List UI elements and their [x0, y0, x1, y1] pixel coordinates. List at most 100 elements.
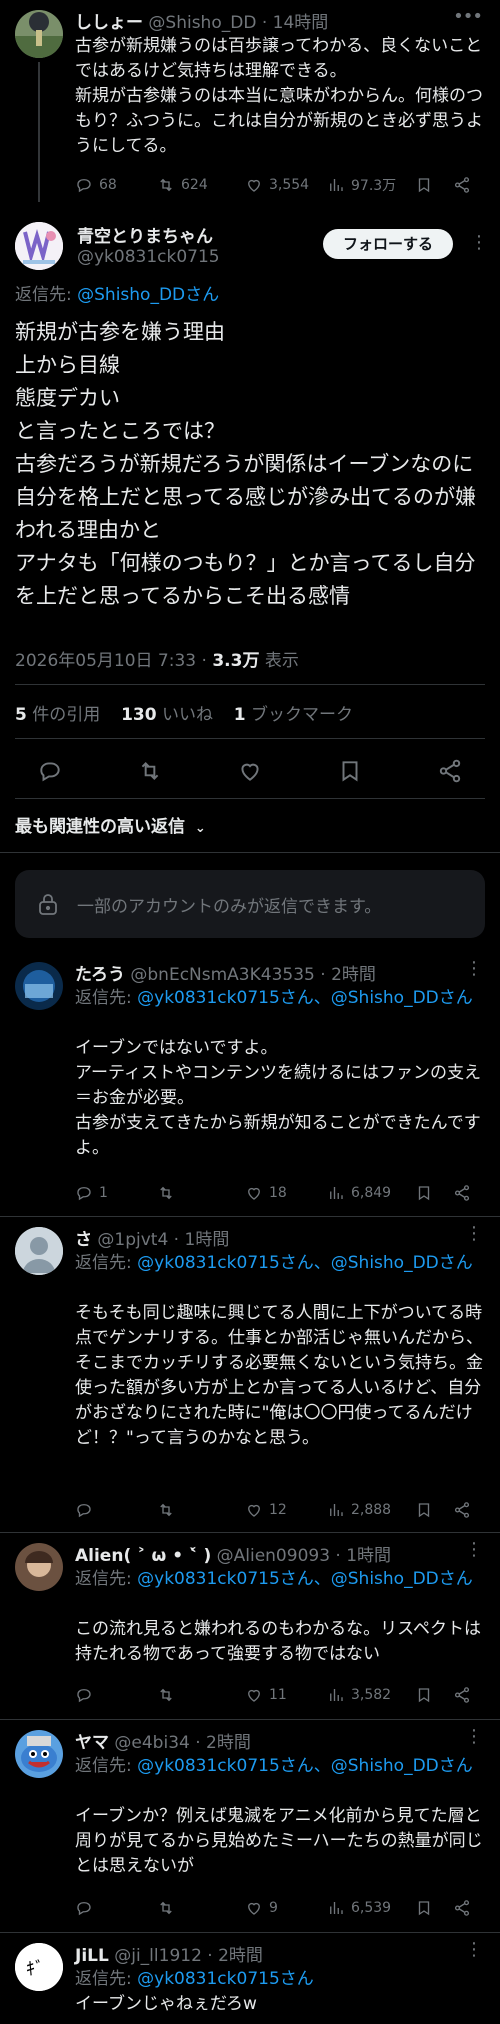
avatar[interactable]	[15, 10, 63, 58]
display-name[interactable]: 青空とりまちゃん	[77, 222, 213, 247]
handle[interactable]: @Shisho_DD	[148, 13, 256, 33]
reply-button[interactable]	[75, 1683, 99, 1707]
display-name[interactable]: ヤマ	[75, 1733, 109, 1753]
reply-tweet[interactable]: たろう @bnEcNsmA3K43535 · 2時間 ⋮ 返信先: @yk083…	[0, 952, 500, 1216]
more-icon[interactable]: ⋮	[465, 1223, 483, 1244]
parent-tweet[interactable]: ししょー @Shisho_DD · 14時間 ••• 古参が新規嫌うのは百歩譲っ…	[0, 0, 500, 202]
reply-button[interactable]	[75, 1498, 99, 1522]
heart-icon[interactable]	[237, 758, 263, 784]
bookmarks-stat[interactable]: 1 ブックマーク	[234, 705, 353, 725]
reply-icon	[77, 1689, 91, 1703]
likes-stat[interactable]: 130 いいね	[121, 705, 213, 725]
avatar[interactable]	[15, 222, 63, 270]
more-icon[interactable]: ⋮	[465, 958, 483, 979]
handle[interactable]: @e4bi34	[114, 1733, 189, 1753]
share-icon[interactable]	[437, 758, 463, 784]
like-button[interactable]: 3,554	[245, 173, 309, 197]
display-name[interactable]: さ	[75, 1230, 92, 1250]
share-button[interactable]	[453, 1181, 471, 1205]
reply-to-link[interactable]: @yk0831ck0715さん	[137, 1969, 314, 1989]
share-button[interactable]	[453, 1498, 471, 1522]
views-button[interactable]: 6,849	[327, 1181, 391, 1205]
more-icon[interactable]: ⋮	[465, 1939, 483, 1960]
timestamp[interactable]: 14時間	[273, 13, 329, 33]
views-button[interactable]: 6,539	[327, 1896, 391, 1920]
timestamp[interactable]: 2時間	[331, 965, 376, 985]
share-button[interactable]	[453, 173, 471, 197]
bookmark-button[interactable]	[415, 1896, 433, 1920]
bookmark-button[interactable]	[415, 1683, 433, 1707]
handle[interactable]: @1pjvt4	[97, 1230, 168, 1250]
handle[interactable]: @yk0831ck0715	[77, 247, 220, 267]
follow-button[interactable]: フォローする	[323, 229, 453, 259]
reply-icon[interactable]	[37, 758, 63, 784]
reply-tweet[interactable]: ヤマ @e4bi34 · 2時間 ⋮ 返信先: @yk0831ck0715さん、…	[0, 1720, 500, 1932]
avatar[interactable]	[15, 1543, 63, 1591]
avatar[interactable]	[15, 1730, 63, 1778]
avatar[interactable]	[15, 1227, 63, 1275]
like-button[interactable]: 9	[245, 1896, 278, 1920]
display-name[interactable]: ししょー	[75, 13, 143, 33]
more-icon[interactable]: ⋮	[470, 232, 488, 253]
avatar[interactable]: ｷﾞ	[15, 1943, 63, 1991]
reply-to-link[interactable]: @yk0831ck0715さん、@Shisho_DDさん	[137, 1756, 473, 1776]
retweet-icon	[160, 1688, 172, 1702]
bookmark-button[interactable]	[415, 173, 433, 197]
handle[interactable]: @ji_ll1912	[114, 1946, 202, 1966]
tweet-text: そもそも同じ趣味に興じてる人間に上下がついてる時点でゲンナリする。仕事とか部活じ…	[75, 1303, 483, 1448]
reply-to-link[interactable]: @yk0831ck0715さん、@Shisho_DDさん	[137, 988, 473, 1008]
thread-line	[38, 62, 40, 202]
timestamp[interactable]: 2時間	[206, 1733, 251, 1753]
views-button[interactable]: 97.3万	[327, 173, 396, 197]
more-icon[interactable]: ⋮	[465, 1726, 483, 1747]
reply-to-link[interactable]: @yk0831ck0715さん、@Shisho_DDさん	[137, 1253, 473, 1273]
retweet-icon	[160, 1186, 172, 1200]
retweet-button[interactable]: 624	[157, 173, 208, 197]
sort-replies-dropdown[interactable]: 最も関連性の高い返信 ⌄	[15, 812, 206, 837]
tweet-header: たろう @bnEcNsmA3K43535 · 2時間	[75, 965, 376, 985]
chart-icon	[330, 179, 343, 191]
reply-tweet[interactable]: Alien( ˃ ω • ˂̀ ) @Alien09093 · 1時間 ⋮ 返信…	[0, 1533, 500, 1719]
retweet-icon	[160, 178, 172, 192]
handle[interactable]: @Alien09093	[217, 1546, 330, 1566]
reply-button[interactable]: 1	[75, 1181, 108, 1205]
share-button[interactable]	[453, 1683, 471, 1707]
more-icon[interactable]: •••	[453, 6, 483, 27]
timestamp[interactable]: 1時間	[346, 1546, 391, 1566]
retweet-button[interactable]	[157, 1181, 181, 1205]
tweet-actions: 68 624 3,554 97.3万	[75, 173, 485, 197]
retweet-icon[interactable]	[137, 758, 163, 784]
reply-icon	[77, 1187, 91, 1201]
divider	[15, 738, 485, 739]
display-name[interactable]: JiLL	[75, 1946, 109, 1966]
bookmark-icon[interactable]	[337, 758, 363, 784]
bookmark-button[interactable]	[415, 1498, 433, 1522]
share-button[interactable]	[453, 1896, 471, 1920]
views-button[interactable]: 3,582	[327, 1683, 391, 1707]
like-button[interactable]: 11	[245, 1683, 287, 1707]
handle[interactable]: @bnEcNsmA3K43535	[130, 965, 314, 985]
reply-tweet[interactable]: さ @1pjvt4 · 1時間 ⋮ 返信先: @yk0831ck0715さん、@…	[0, 1217, 500, 1532]
reply-to-link[interactable]: @Shisho_DDさん	[77, 285, 219, 305]
retweet-button[interactable]	[157, 1896, 181, 1920]
views-button[interactable]: 2,888	[327, 1498, 391, 1522]
reply-tweet[interactable]: ｷﾞ JiLL @ji_ll1912 · 2時間 ⋮ 返信先: @yk0831c…	[0, 1933, 500, 2024]
tweet-actions: 1 18 6,849	[75, 1181, 485, 1205]
timestamp[interactable]: 2時間	[218, 1946, 263, 1966]
quotes-stat[interactable]: 5 件の引用	[15, 705, 100, 725]
chart-icon	[330, 1187, 343, 1199]
like-button[interactable]: 18	[245, 1181, 287, 1205]
retweet-button[interactable]	[157, 1683, 181, 1707]
timestamp[interactable]: 2026年05月10日 7:33 ·	[15, 651, 212, 671]
reply-button[interactable]	[75, 1896, 99, 1920]
display-name[interactable]: たろう	[75, 965, 125, 985]
reply-button[interactable]: 68	[75, 173, 117, 197]
more-icon[interactable]: ⋮	[465, 1539, 483, 1560]
bookmark-button[interactable]	[415, 1181, 433, 1205]
timestamp[interactable]: 1時間	[185, 1230, 230, 1250]
like-button[interactable]: 12	[245, 1498, 287, 1522]
display-name[interactable]: Alien( ˃ ω • ˂̀ )	[75, 1546, 211, 1566]
reply-to-link[interactable]: @yk0831ck0715さん、@Shisho_DDさん	[137, 1569, 473, 1589]
avatar[interactable]	[15, 962, 63, 1010]
retweet-button[interactable]	[157, 1498, 181, 1522]
